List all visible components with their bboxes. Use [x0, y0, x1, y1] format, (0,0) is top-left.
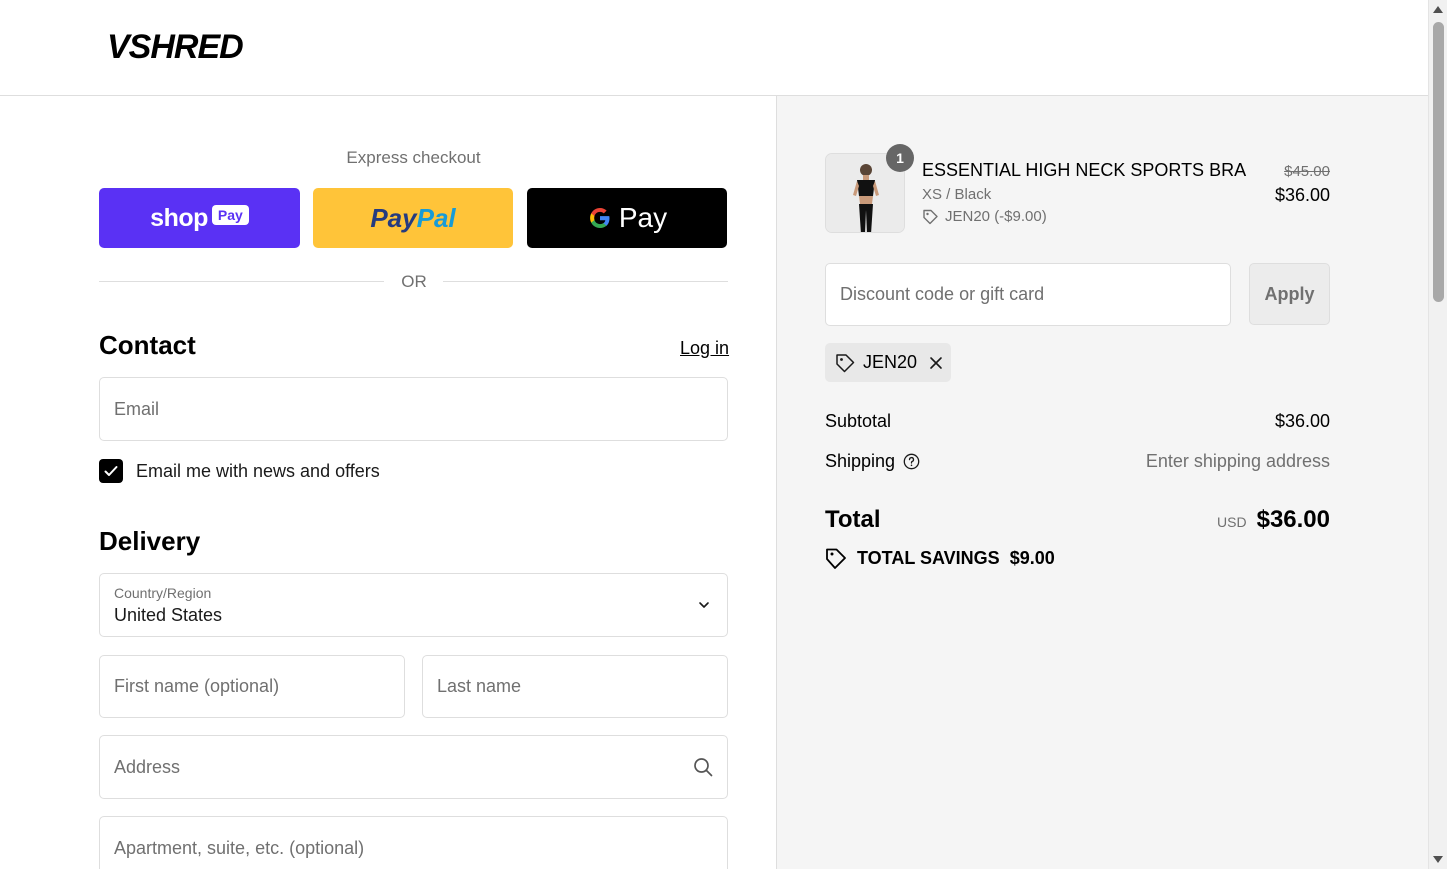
close-icon	[930, 356, 942, 369]
divider-right	[443, 281, 728, 282]
last-name-input[interactable]	[423, 656, 727, 717]
item-price: $36.00	[1274, 185, 1330, 205]
email-input[interactable]	[100, 378, 727, 440]
apartment-input[interactable]	[100, 817, 727, 869]
first-name-input[interactable]	[100, 656, 404, 717]
delivery-title: Delivery	[99, 526, 201, 556]
checkmark-icon	[104, 466, 118, 476]
country-value: United States	[114, 605, 223, 625]
address-input[interactable]	[100, 736, 727, 798]
paypal-label: PayPal	[370, 202, 456, 233]
total-savings: TOTAL SAVINGS $9.00	[825, 547, 1055, 569]
subtotal-label: Subtotal	[825, 411, 892, 431]
total-label: Total	[825, 506, 881, 533]
address-field[interactable]	[99, 735, 728, 799]
discount-field[interactable]	[825, 263, 1231, 326]
or-separator: OR	[401, 272, 427, 291]
chevron-down-icon	[699, 602, 709, 608]
tag-icon	[826, 548, 846, 569]
scroll-up-arrow[interactable]	[1433, 6, 1443, 13]
scroll-thumb[interactable]	[1433, 22, 1444, 302]
tag-icon	[836, 353, 855, 372]
google-g-icon	[589, 208, 610, 228]
order-summary: 1 ESSENTIAL HIGH NECK SPORTS BRA XS / Bl…	[776, 96, 1428, 869]
paypal-button[interactable]: PayPal	[313, 188, 513, 248]
tag-icon	[923, 209, 938, 225]
discount-input[interactable]	[826, 264, 1230, 325]
country-label: Country/Region	[114, 585, 212, 601]
scroll-down-arrow[interactable]	[1433, 856, 1443, 863]
subtotal-value: $36.00	[1274, 411, 1330, 431]
help-circle-icon[interactable]	[903, 453, 920, 470]
vshred-logo[interactable]: VSHRED	[105, 26, 260, 68]
login-link[interactable]: Log in	[680, 338, 729, 359]
shop-pay-badge: Pay	[211, 205, 249, 225]
shipping-value: Enter shipping address	[1145, 451, 1330, 471]
contact-title: Contact	[99, 330, 196, 360]
product-name: ESSENTIAL HIGH NECK SPORTS BRA	[922, 160, 1247, 180]
apartment-field[interactable]	[99, 816, 728, 869]
divider-left	[99, 281, 384, 282]
quantity-badge: 1	[886, 144, 914, 172]
total-amount: $36.00	[1256, 506, 1330, 533]
original-price: $45.00	[1284, 163, 1330, 180]
product-variant: XS / Black	[922, 186, 992, 203]
page-scrollbar[interactable]	[1428, 0, 1447, 869]
svg-text:VSHRED: VSHRED	[107, 28, 243, 66]
news-checkbox-label: Email me with news and offers	[136, 461, 380, 481]
google-pay-label: Pay	[587, 202, 667, 234]
shipping-label: Shipping	[825, 451, 920, 472]
last-name-field[interactable]	[422, 655, 728, 718]
total-value: USD $36.00	[1217, 506, 1330, 534]
currency-code: USD	[1217, 514, 1247, 530]
email-field[interactable]	[99, 377, 728, 441]
applied-code: JEN20	[863, 352, 918, 372]
header: VSHRED	[0, 0, 1428, 96]
shop-pay-button[interactable]: shop Pay	[99, 188, 300, 248]
shop-pay-label: shop	[150, 203, 208, 232]
google-pay-button[interactable]: Pay	[527, 188, 727, 248]
news-checkbox[interactable]	[99, 459, 123, 483]
search-icon	[694, 758, 713, 777]
product-discount: JEN20 (-$9.00)	[922, 208, 1047, 225]
country-select[interactable]: Country/Region United States	[99, 573, 728, 637]
express-checkout-title: Express checkout	[346, 148, 481, 167]
checkout-form: Express checkout shop Pay PayPal Pay OR …	[0, 96, 776, 869]
apply-button[interactable]: Apply	[1249, 263, 1330, 325]
remove-discount-button[interactable]	[929, 356, 943, 370]
applied-discount-tag: JEN20	[825, 343, 951, 382]
first-name-field[interactable]	[99, 655, 405, 718]
